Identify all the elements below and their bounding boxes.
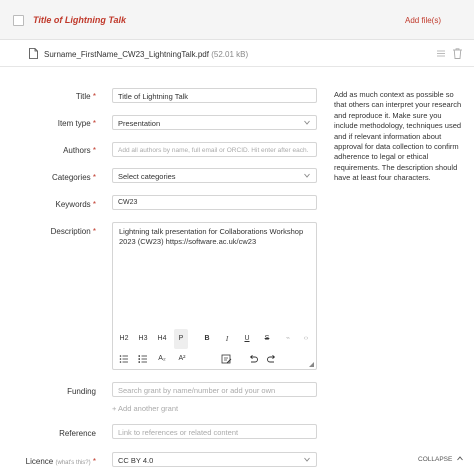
clear-format-icon[interactable] [221,352,232,366]
resize-handle-icon[interactable] [309,362,314,367]
licence-label: Licence (what's this?) * [25,457,96,466]
superscript-button[interactable]: A² [176,352,188,366]
link-icon[interactable]: ⌁ [283,332,293,346]
reference-input[interactable]: Link to references or related content [112,424,317,439]
categories-label: Categories * [51,173,96,182]
select-checkbox[interactable] [13,15,24,26]
licence-value: CC BY 4.0 [118,456,154,465]
paragraph-button[interactable]: P [174,329,188,349]
undo-icon[interactable] [248,352,258,366]
authors-input[interactable]: Add all authors by name, full email or O… [112,142,317,157]
funding-input[interactable]: Search grant by name/number or add your … [112,382,317,397]
description-label: Description * [50,227,96,236]
authors-label: Authors * [63,146,96,155]
chevron-down-icon [304,120,310,125]
bold-button[interactable]: B [201,332,213,346]
item-type-label: Item type * [57,119,96,128]
menu-icon[interactable] [437,49,445,58]
file-icon [29,48,38,59]
chevron-down-icon [304,457,310,462]
description-editor[interactable]: Lightning talk presentation for Collabor… [112,222,317,370]
item-title: Title of Lightning Talk [33,15,126,25]
numbered-list-icon[interactable] [138,352,148,366]
categories-select[interactable]: Select categories [112,168,317,183]
file-name[interactable]: Surname_FirstName_CW23_LightningTalk.pdf [44,50,209,59]
collapse-button[interactable]: COLLAPSE [418,456,463,463]
funding-label: Funding [67,387,96,396]
item-type-select[interactable]: Presentation [112,115,317,130]
collapse-label: COLLAPSE [418,456,453,463]
file-size: (52.01 kB) [211,50,249,59]
title-input[interactable]: Title of Lightning Talk [112,88,317,103]
title-label: Title * [75,92,96,101]
licence-help-link[interactable]: (what's this?) [55,460,90,466]
add-grant-link[interactable]: + Add another grant [112,404,178,413]
chevron-down-icon [304,173,310,178]
description-help-text: Add as much context as possible so that … [334,90,462,183]
code-icon[interactable]: ‹› [301,332,311,346]
licence-select[interactable]: CC BY 4.0 [112,452,317,467]
redo-icon[interactable] [267,352,277,366]
h4-button[interactable]: H4 [155,332,169,346]
underline-button[interactable]: U [241,332,253,346]
subscript-button[interactable]: A₂ [156,352,168,366]
bullet-list-icon[interactable] [119,352,129,366]
h2-button[interactable]: H2 [117,332,131,346]
chevron-up-icon [457,456,463,461]
reference-label: Reference [59,429,96,438]
italic-button[interactable]: I [221,332,233,346]
description-text[interactable]: Lightning talk presentation for Collabor… [119,227,309,247]
file-row: Surname_FirstName_CW23_LightningTalk.pdf… [0,41,474,67]
strikethrough-button[interactable]: S [261,332,273,346]
h3-button[interactable]: H3 [136,332,150,346]
keywords-label: Keywords * [55,200,96,209]
keywords-input[interactable]: CW23 [112,195,317,210]
add-files-link[interactable]: Add file(s) [405,16,441,25]
item-header: Title of Lightning Talk Add file(s) [0,0,474,40]
trash-icon[interactable] [453,48,462,59]
file-name-text: Surname_FirstName_CW23_LightningTalk.pdf… [44,50,248,59]
categories-value: Select categories [118,172,176,181]
item-type-value: Presentation [118,119,161,128]
